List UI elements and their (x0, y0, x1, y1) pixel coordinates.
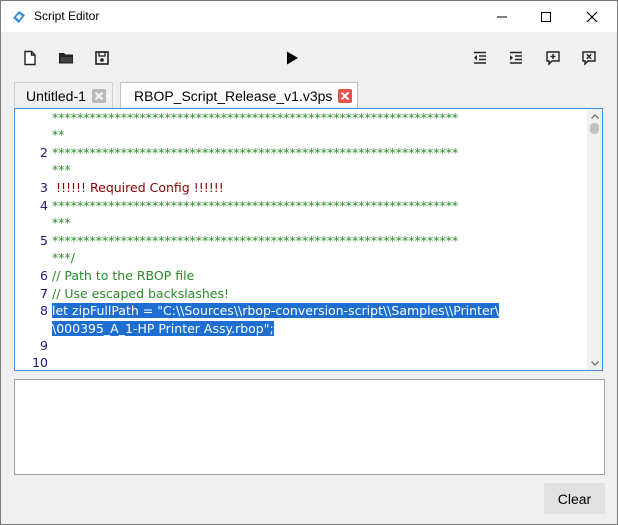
editor-vertical-scrollbar[interactable] (587, 109, 602, 370)
tab-label: Untitled-1 (26, 87, 86, 104)
selected-code-line: let zipFullPath = "C:\\Sources\\rbop-con… (52, 303, 499, 318)
line-number-gutter: 2 3 4 5 6 7 8 9 10 (15, 109, 48, 370)
run-button[interactable] (280, 46, 304, 70)
decrease-indent-icon (474, 51, 486, 64)
toolbar (1, 32, 617, 82)
tab-close-icon[interactable] (338, 89, 353, 103)
save-button[interactable] (90, 46, 114, 70)
maximize-icon (541, 11, 551, 22)
code-line: ***/ (52, 250, 75, 265)
line-number: 4 (40, 198, 48, 213)
maximize-button[interactable] (523, 1, 569, 32)
add-comment-icon (546, 51, 560, 66)
line-number: 8 (40, 303, 48, 318)
code-line: // Path to the RBOP file (52, 268, 195, 283)
code-line: ****************************************… (52, 145, 459, 160)
scrollbar-thumb[interactable] (590, 123, 599, 134)
output-console[interactable] (14, 379, 605, 475)
increase-indent-button[interactable] (504, 46, 528, 70)
line-number: 10 (32, 355, 48, 370)
code-line: *** (52, 162, 71, 177)
scroll-up-button[interactable] (587, 109, 602, 123)
new-file-button[interactable] (18, 46, 42, 70)
close-icon (586, 11, 598, 22)
code-line: ****************************************… (52, 110, 459, 125)
line-number: 7 (40, 286, 48, 301)
tab-close-icon[interactable] (91, 88, 106, 103)
code-line: ** (52, 127, 65, 142)
title-bar: Script Editor (1, 1, 617, 32)
save-icon (95, 51, 109, 65)
line-number: 6 (40, 268, 48, 283)
window-title: Script Editor (34, 9, 100, 23)
code-line: !!!!!! Required Config !!!!!! (52, 180, 224, 195)
code-line: ****************************************… (52, 198, 459, 213)
increase-indent-icon (510, 51, 522, 64)
code-area[interactable]: ****************************************… (52, 109, 587, 370)
line-number: 2 (40, 145, 48, 160)
line-number: 9 (40, 338, 48, 353)
chevron-up-icon (590, 113, 599, 119)
remove-comment-button[interactable] (577, 46, 601, 70)
minimize-icon (497, 16, 507, 17)
run-icon (287, 51, 298, 65)
new-file-icon (24, 50, 36, 66)
line-number: 5 (40, 233, 48, 248)
chevron-down-icon (590, 360, 599, 366)
tab-label: RBOP_Script_Release_v1.v3ps (134, 88, 333, 104)
code-line: *** (52, 215, 71, 230)
code-line: ****************************************… (52, 233, 459, 248)
clear-button[interactable]: Clear (544, 483, 605, 514)
open-folder-icon (59, 53, 73, 64)
tab-rbop-script-release[interactable]: RBOP_Script_Release_v1.v3ps (120, 82, 358, 109)
minimize-button[interactable] (479, 1, 525, 32)
decrease-indent-button[interactable] (468, 46, 492, 70)
scroll-down-button[interactable] (587, 356, 602, 370)
remove-comment-icon (582, 51, 596, 66)
script-editor-app-icon (11, 9, 27, 25)
line-number: 3 (40, 180, 48, 195)
close-button[interactable] (569, 1, 615, 32)
code-editor[interactable]: 2 3 4 5 6 7 8 9 10 *********************… (14, 108, 603, 371)
add-comment-button[interactable] (541, 46, 565, 70)
script-editor-window: Script Editor Untitled-1 RBOP_Script_Rel… (0, 0, 618, 525)
selected-code-line: \000395_A_1-HP Printer Assy.rbop"; (52, 321, 274, 336)
tab-untitled-1[interactable]: Untitled-1 (14, 82, 113, 108)
code-line: // Use escaped backslashes! (52, 286, 229, 301)
open-folder-button[interactable] (54, 46, 78, 70)
